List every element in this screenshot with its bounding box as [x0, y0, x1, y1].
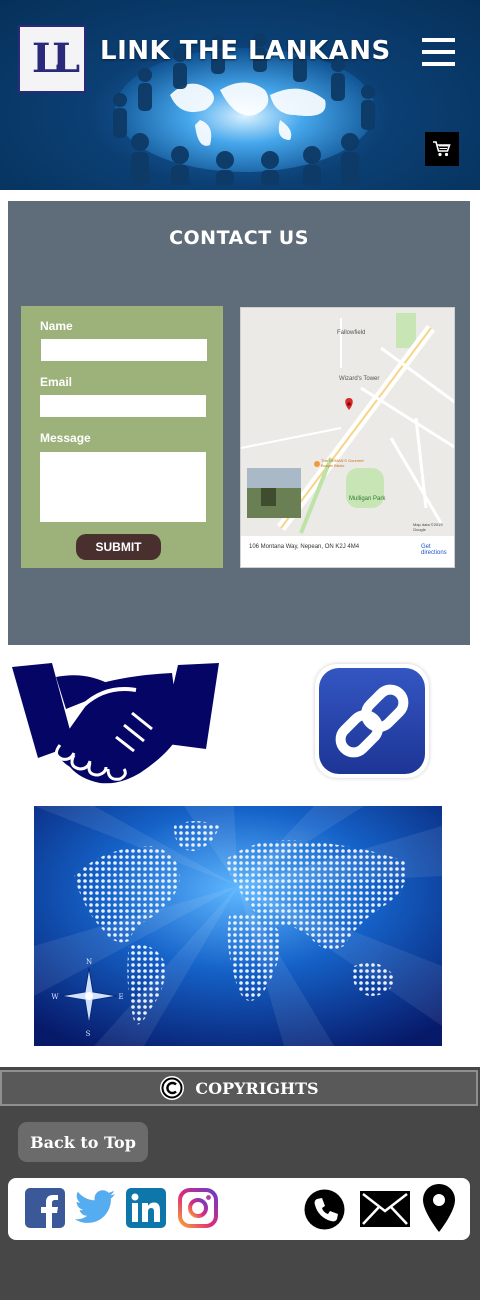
name-label: Name	[40, 319, 73, 333]
shopping-cart-icon	[433, 141, 451, 157]
compass-e-label: E	[118, 993, 123, 1001]
copyright-icon	[160, 1076, 185, 1100]
shopping-cart-button[interactable]	[425, 132, 459, 166]
location-map[interactable]: Fallowfield Wizard's Tower Mulligan Park…	[240, 307, 455, 568]
twitter-icon[interactable]	[75, 1190, 115, 1226]
copyright-bar: COPYRIGHTS	[0, 1070, 478, 1106]
contact-section: CONTACT US Name Email Message SUBMIT Fal…	[8, 201, 470, 645]
site-title: LINK THE LANKANS	[100, 36, 391, 66]
compass-n-label: N	[86, 958, 92, 966]
email-input[interactable]	[40, 395, 206, 417]
email-label: Email	[40, 375, 73, 389]
message-input[interactable]	[40, 452, 206, 522]
contact-title: CONTACT US	[169, 227, 309, 249]
map-place-label: Wizard's Tower	[339, 376, 380, 382]
email-icon[interactable]	[360, 1191, 410, 1227]
world-map-image: N E S W	[34, 806, 442, 1046]
message-label: Message	[40, 431, 91, 445]
instagram-icon[interactable]	[178, 1188, 218, 1228]
phone-icon[interactable]	[304, 1189, 345, 1230]
map-address: 106 Montana Way, Nepean, ON K2J 4M4	[249, 544, 360, 550]
map-canvas	[241, 308, 454, 536]
logo-text: LL	[31, 35, 80, 82]
map-place-label: Mulligan Park	[349, 496, 386, 502]
site-logo[interactable]: LL	[18, 25, 86, 93]
copyright-label: COPYRIGHTS	[195, 1078, 319, 1098]
compass-s-label: S	[86, 1030, 91, 1038]
compass-w-label: W	[51, 993, 59, 1001]
social-links-bar	[8, 1178, 470, 1240]
location-pin-icon[interactable]	[423, 1184, 455, 1232]
handshake-icon	[12, 663, 219, 784]
name-input[interactable]	[41, 339, 207, 361]
map-place-label: The NEMAN'S Gourmet Burger Bistro	[321, 458, 364, 468]
submit-button[interactable]: SUBMIT	[76, 534, 161, 560]
facebook-icon[interactable]	[25, 1188, 65, 1228]
site-footer: COPYRIGHTS Back to Top	[0, 1067, 480, 1300]
chain-link-tile	[315, 664, 429, 778]
linkedin-icon[interactable]	[126, 1188, 166, 1228]
map-place-label: Fallowfield	[337, 330, 366, 336]
site-header: LL LINK THE LANKANS	[0, 0, 480, 190]
contact-form: Name Email Message SUBMIT	[21, 306, 223, 568]
chain-link-icon	[319, 668, 425, 774]
map-directions-link[interactable]: Get directions	[421, 544, 454, 556]
hamburger-menu-icon[interactable]	[422, 38, 455, 66]
map-credit: Map data ©2019 Google	[413, 522, 443, 532]
back-to-top-button[interactable]: Back to Top	[18, 1122, 148, 1162]
